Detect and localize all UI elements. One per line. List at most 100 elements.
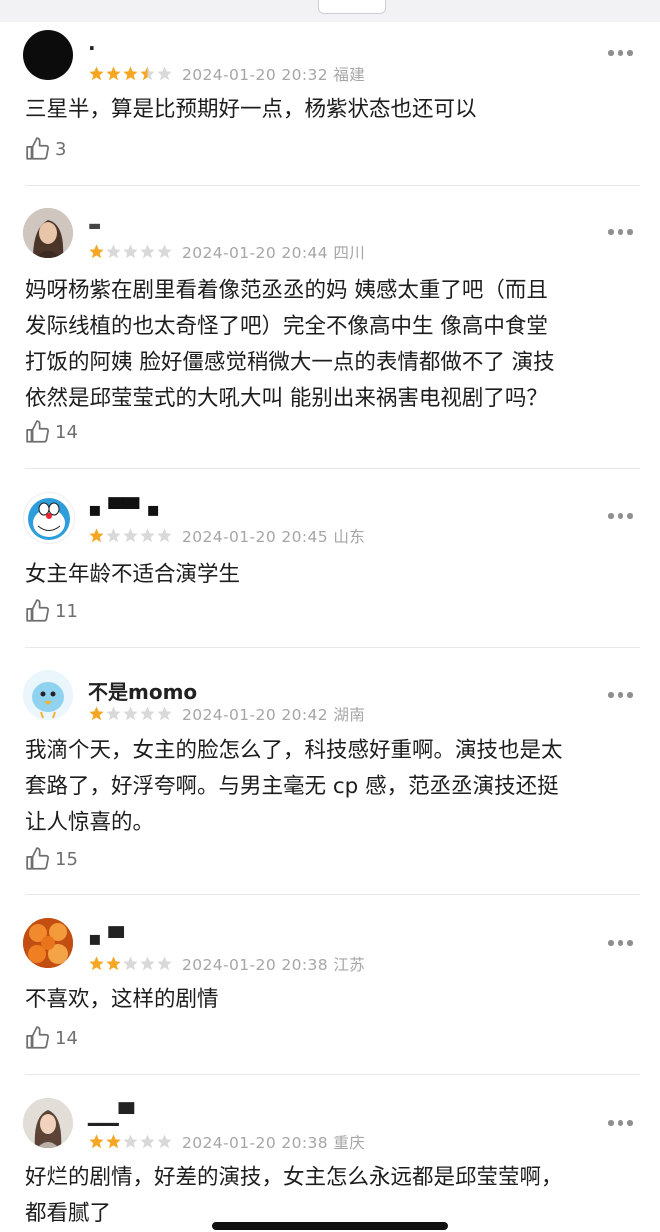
comment-meta: 2024-01-20 20:32 福建 xyxy=(182,63,365,85)
username[interactable]: ▬ xyxy=(88,218,101,234)
home-indicator xyxy=(212,1222,448,1230)
girl-photo-avatar[interactable] xyxy=(23,1098,73,1148)
username[interactable]: ▪ ▀▀ ▪ xyxy=(88,497,160,521)
rating-stars xyxy=(88,705,173,722)
sort-toggle[interactable] xyxy=(318,0,386,14)
top-bar: ‹ xyxy=(0,0,660,22)
thumbs-up-icon xyxy=(26,1026,49,1049)
thumbs-up-icon xyxy=(26,420,49,443)
cartoon-bird-avatar[interactable] xyxy=(23,670,73,720)
thumbs-up-icon xyxy=(26,137,49,160)
more-options-icon[interactable] xyxy=(608,692,633,698)
woman-portrait-avatar[interactable] xyxy=(23,208,73,258)
star-icon xyxy=(140,244,155,259)
comment-line: 三星半，算是比预期好一点，杨紫状态也还可以 xyxy=(25,97,477,122)
comment-meta: 2024-01-20 20:38 江苏 xyxy=(182,953,365,975)
username[interactable]: 不是momo xyxy=(88,676,197,705)
comment-text: 女主年龄不适合演学生 xyxy=(25,557,640,593)
star-icon xyxy=(106,956,121,971)
star-icon xyxy=(157,706,172,721)
more-options-icon[interactable] xyxy=(608,513,633,519)
timestamp: 2024-01-20 20:44 xyxy=(182,244,329,262)
thumbs-up-icon xyxy=(26,847,49,870)
timestamp: 2024-01-20 20:38 xyxy=(182,1134,329,1152)
back-icon[interactable]: ‹ xyxy=(14,0,21,1)
divider xyxy=(25,1074,640,1075)
timestamp: 2024-01-20 20:42 xyxy=(182,706,329,724)
more-options-icon[interactable] xyxy=(608,1120,633,1126)
like-button[interactable]: 3 xyxy=(25,136,66,162)
comment-text: 不喜欢，这样的剧情 xyxy=(25,982,640,1018)
star-icon xyxy=(89,706,104,721)
star-icon xyxy=(106,1134,121,1149)
rating-stars xyxy=(88,955,173,972)
star-icon xyxy=(157,1134,172,1149)
location: 江苏 xyxy=(333,956,366,974)
thumbs-up-icon xyxy=(26,599,49,622)
like-button[interactable]: 14 xyxy=(25,419,78,445)
username[interactable]: · xyxy=(88,36,96,60)
comment-line: 发际线植的也太奇怪了吧）完全不像高中生 像高中食堂 xyxy=(25,314,548,339)
rating-stars xyxy=(88,243,173,260)
star-icon xyxy=(89,956,104,971)
comment-line: 妈呀杨紫在剧里看着像范丞丞的妈 姨感太重了吧（而且 xyxy=(25,278,548,303)
star-icon xyxy=(89,66,104,81)
more-options-icon[interactable] xyxy=(608,229,633,235)
rating-stars xyxy=(88,1133,173,1150)
star-icon xyxy=(89,528,104,543)
star-icon xyxy=(123,66,138,81)
star-icon xyxy=(106,66,121,81)
star-icon xyxy=(123,956,138,971)
rating-stars xyxy=(88,527,173,544)
comment-text: 我滴个天，女主的脸怎么了，科技感好重啊。演技也是太 套路了，好浮夸啊。与男主毫无… xyxy=(25,733,640,841)
location: 四川 xyxy=(333,244,366,262)
comment-meta: 2024-01-20 20:44 四川 xyxy=(182,241,365,263)
username[interactable]: ▪ ▀ xyxy=(88,926,124,950)
star-icon xyxy=(140,706,155,721)
star-icon xyxy=(140,528,155,543)
divider xyxy=(25,468,640,469)
divider xyxy=(25,894,640,895)
comment-line: 女主年龄不适合演学生 xyxy=(25,562,241,587)
star-icon xyxy=(157,244,172,259)
like-count: 11 xyxy=(55,600,78,622)
star-icon xyxy=(106,528,121,543)
like-button[interactable]: 14 xyxy=(25,1025,78,1051)
star-icon xyxy=(140,1134,155,1149)
like-button[interactable]: 15 xyxy=(25,846,78,872)
username[interactable]: ▁▁▀ xyxy=(88,1102,134,1126)
comment-meta: 2024-01-20 20:45 山东 xyxy=(182,525,365,547)
divider xyxy=(25,647,640,648)
star-icon xyxy=(106,706,121,721)
divider xyxy=(25,185,640,186)
comment-meta: 2024-01-20 20:38 重庆 xyxy=(182,1131,365,1153)
rating-stars xyxy=(88,65,173,82)
star-icon xyxy=(123,706,138,721)
comment-line: 不喜欢，这样的剧情 xyxy=(25,987,219,1012)
star-icon xyxy=(157,66,172,81)
location: 湖南 xyxy=(333,706,366,724)
comment-line: 依然是邱莹莹式的大吼大叫 能别出来祸害电视剧了吗？ xyxy=(25,386,548,411)
like-button[interactable]: 11 xyxy=(25,598,78,624)
black-circle-avatar[interactable] xyxy=(23,30,73,80)
like-count: 3 xyxy=(55,138,67,160)
doraemon-avatar[interactable] xyxy=(23,492,75,544)
location: 山东 xyxy=(333,528,366,546)
like-count: 14 xyxy=(55,1027,78,1049)
star-icon xyxy=(123,528,138,543)
more-options-icon[interactable] xyxy=(608,50,633,56)
comment-line: 套路了，好浮夸啊。与男主毫无 cp 感，范丞丞演技还挺 xyxy=(25,774,559,799)
comment-text: 妈呀杨紫在剧里看着像范丞丞的妈 姨感太重了吧（而且 发际线植的也太奇怪了吧）完全… xyxy=(25,273,640,417)
star-icon xyxy=(123,244,138,259)
like-count: 14 xyxy=(55,421,78,443)
location: 重庆 xyxy=(333,1134,366,1152)
timestamp: 2024-01-20 20:32 xyxy=(182,66,329,84)
comment-meta: 2024-01-20 20:42 湖南 xyxy=(182,703,365,725)
star-icon xyxy=(89,1134,104,1149)
orange-flowers-avatar[interactable] xyxy=(23,918,73,968)
more-options-icon[interactable] xyxy=(608,940,633,946)
like-count: 15 xyxy=(55,848,78,870)
timestamp: 2024-01-20 20:45 xyxy=(182,528,329,546)
comment-line: 让人惊喜的。 xyxy=(25,810,155,835)
star-icon xyxy=(140,956,155,971)
